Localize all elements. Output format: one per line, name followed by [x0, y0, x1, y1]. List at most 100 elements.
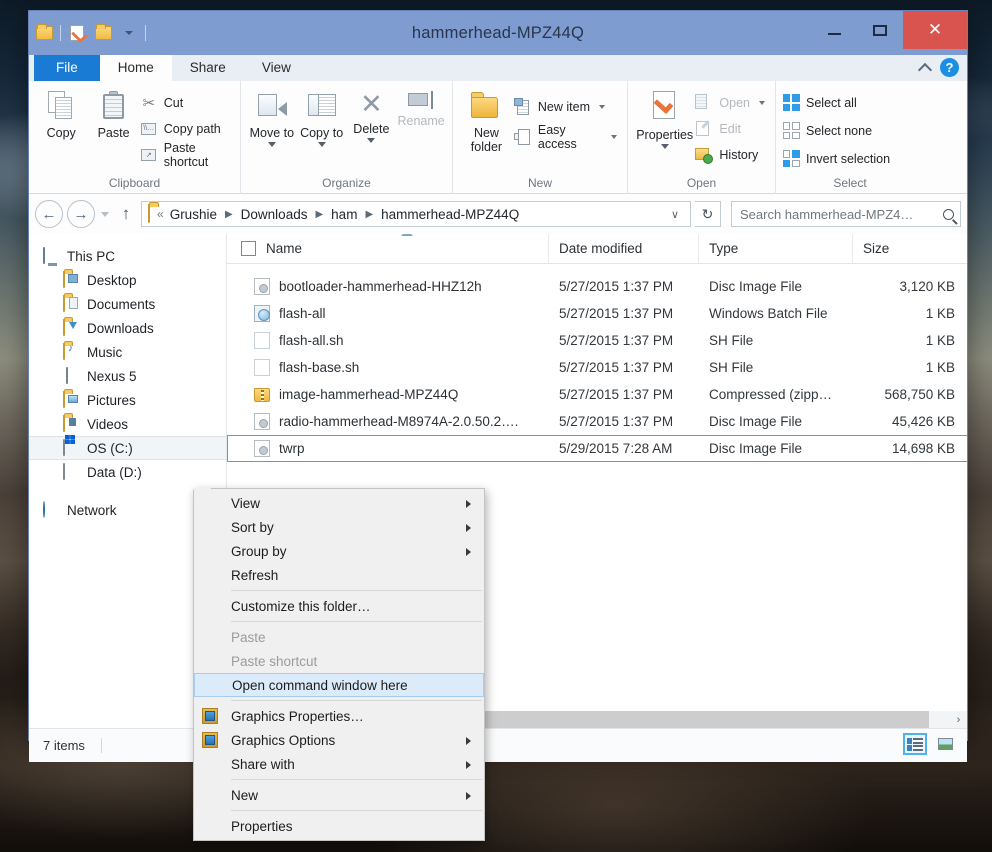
context-menu-item-share-with[interactable]: Share with — [194, 752, 484, 776]
sidebar-item-pictures[interactable]: Pictures — [29, 388, 226, 412]
paste-button[interactable]: Paste — [87, 85, 139, 140]
table-row[interactable]: radio-hammerhead-M8974A-2.0.50.2…. 5/27/… — [227, 408, 967, 435]
cut-button[interactable]: ✂ Cut — [140, 92, 234, 113]
table-row[interactable]: image-hammerhead-MPZ44Q 5/27/2015 1:37 P… — [227, 381, 967, 408]
breadcrumb-overflow-icon[interactable]: « — [157, 207, 164, 221]
tab-file[interactable]: File — [34, 55, 100, 81]
copy-button[interactable]: Copy — [35, 85, 87, 140]
context-menu-item-graphics-properties[interactable]: Graphics Properties… — [194, 704, 484, 728]
forward-button[interactable]: → — [67, 200, 95, 228]
select-all-checkbox[interactable] — [241, 241, 256, 256]
table-row-selected[interactable]: twrp 5/29/2015 7:28 AM Disc Image File 1… — [227, 435, 967, 462]
refresh-button[interactable]: ↻ — [695, 201, 721, 227]
group-label-select: Select — [782, 176, 918, 194]
properties-caret-icon[interactable] — [661, 144, 669, 149]
new-folder-button[interactable]: New folder — [459, 85, 514, 154]
table-row[interactable]: flash-all.sh 5/27/2015 1:37 PM SH File 1… — [227, 327, 967, 354]
sidebar-item-nexus-5[interactable]: Nexus 5 — [29, 364, 226, 388]
large-icons-view-button[interactable] — [933, 733, 957, 755]
context-menu-item-sort-by[interactable]: Sort by — [194, 515, 484, 539]
delete-button[interactable]: ✕ Delete — [347, 85, 397, 143]
history-button[interactable]: History — [695, 144, 769, 165]
sidebar-item-videos[interactable]: Videos — [29, 412, 226, 436]
search-input[interactable]: Search hammerhead-MPZ4… — [731, 201, 961, 227]
back-button[interactable]: ← — [35, 200, 63, 228]
sidebar-item-data-d[interactable]: Data (D:) — [29, 460, 226, 484]
breadcrumb-item-0[interactable]: Grushie — [170, 207, 217, 222]
easy-access-caret-icon[interactable] — [611, 135, 617, 139]
maximize-button[interactable] — [857, 11, 903, 49]
copy-path-button[interactable]: \\… Copy path — [140, 118, 234, 139]
easy-access-button[interactable]: Easy access — [514, 126, 621, 147]
sidebar-item-music[interactable]: Music — [29, 340, 226, 364]
open-small-buttons: Open Edit History — [695, 85, 769, 165]
file-date-cell: 5/27/2015 1:37 PM — [549, 414, 699, 429]
desktop-folder-icon — [63, 272, 80, 288]
copy-to-button[interactable]: Copy to — [297, 85, 347, 147]
group-label-new: New — [459, 176, 621, 194]
context-menu-item-group-by[interactable]: Group by — [194, 539, 484, 563]
table-row[interactable]: flash-all 5/27/2015 1:37 PM Windows Batc… — [227, 300, 967, 327]
ribbon-tab-strip: File Home Share View ? — [29, 55, 967, 81]
file-type-cell: Disc Image File — [699, 414, 853, 429]
chevron-up-icon[interactable] — [918, 63, 932, 77]
column-header-size[interactable]: Size — [853, 234, 963, 264]
sidebar-item-os-c[interactable]: OS (C:) — [29, 436, 226, 460]
breadcrumb-sep-2[interactable]: ▶ — [365, 209, 373, 220]
sidebar-item-desktop[interactable]: Desktop — [29, 268, 226, 292]
close-button[interactable]: ✕ — [903, 11, 967, 49]
context-menu-item-graphics-options[interactable]: Graphics Options — [194, 728, 484, 752]
context-menu-item-open-command-window-here[interactable]: Open command window here — [194, 673, 484, 697]
sidebar-item-this-pc[interactable]: This PC — [29, 244, 226, 268]
copy-to-caret-icon[interactable] — [318, 142, 326, 147]
recent-locations-icon[interactable] — [101, 212, 109, 217]
up-button[interactable]: ↑ — [115, 204, 137, 224]
delete-caret-icon[interactable] — [367, 138, 375, 143]
table-row[interactable]: bootloader-hammerhead-HHZ12h 5/27/2015 1… — [227, 273, 967, 300]
breadcrumb[interactable]: « Grushie ▶ Downloads ▶ ham ▶ hammerhead… — [141, 201, 691, 227]
tab-view[interactable]: View — [244, 55, 309, 81]
context-menu-item-paste[interactable]: Paste — [194, 625, 484, 649]
column-header-date-modified[interactable]: Date modified — [549, 234, 699, 264]
paste-shortcut-button[interactable]: ↗ Paste shortcut — [140, 144, 234, 165]
sidebar-item-documents[interactable]: Documents — [29, 292, 226, 316]
tab-home[interactable]: Home — [100, 55, 172, 81]
invert-selection-button[interactable]: Invert selection — [782, 148, 894, 169]
select-none-button[interactable]: Select none — [782, 120, 894, 141]
sidebar-item-downloads[interactable]: Downloads — [29, 316, 226, 340]
breadcrumb-item-3[interactable]: hammerhead-MPZ44Q — [381, 207, 519, 222]
column-header-name[interactable]: Name — [227, 234, 549, 264]
properties-button[interactable]: Properties — [634, 85, 695, 149]
open-button[interactable]: Open — [695, 92, 769, 113]
search-icon[interactable] — [943, 209, 954, 220]
context-menu-item-refresh[interactable]: Refresh — [194, 563, 484, 587]
edit-button[interactable]: Edit — [695, 118, 769, 139]
select-all-button[interactable]: Select all — [782, 92, 894, 113]
context-menu-item-customize-this-folder[interactable]: Customize this folder… — [194, 594, 484, 618]
column-header-type[interactable]: Type — [699, 234, 853, 264]
context-menu-item-view[interactable]: View — [194, 491, 484, 515]
breadcrumb-sep-1[interactable]: ▶ — [315, 209, 323, 220]
open-caret-icon[interactable] — [759, 101, 765, 105]
address-dropdown-icon[interactable]: ∨ — [664, 208, 686, 221]
move-to-caret-icon[interactable] — [268, 142, 276, 147]
move-to-button[interactable]: Move to — [247, 85, 297, 147]
file-name-cell: twrp — [227, 440, 549, 457]
submenu-arrow-icon — [466, 548, 471, 556]
context-menu-item-paste-shortcut[interactable]: Paste shortcut — [194, 649, 484, 673]
rename-button[interactable]: Rename — [396, 85, 446, 128]
context-menu-item-new[interactable]: New — [194, 783, 484, 807]
breadcrumb-item-1[interactable]: Downloads — [241, 207, 308, 222]
tab-share[interactable]: Share — [172, 55, 244, 81]
scroll-right-arrow-icon[interactable]: › — [950, 711, 967, 728]
breadcrumb-item-2[interactable]: ham — [331, 207, 357, 222]
table-row[interactable]: flash-base.sh 5/27/2015 1:37 PM SH File … — [227, 354, 967, 381]
context-menu-item-properties[interactable]: Properties — [194, 814, 484, 838]
new-item-caret-icon[interactable] — [599, 105, 605, 109]
sidebar-label-data-d: Data (D:) — [87, 465, 142, 480]
help-icon[interactable]: ? — [940, 58, 959, 77]
minimize-button[interactable] — [811, 11, 857, 49]
details-view-button[interactable] — [903, 733, 927, 755]
new-item-button[interactable]: New item — [514, 96, 621, 117]
breadcrumb-sep-0[interactable]: ▶ — [225, 209, 233, 220]
